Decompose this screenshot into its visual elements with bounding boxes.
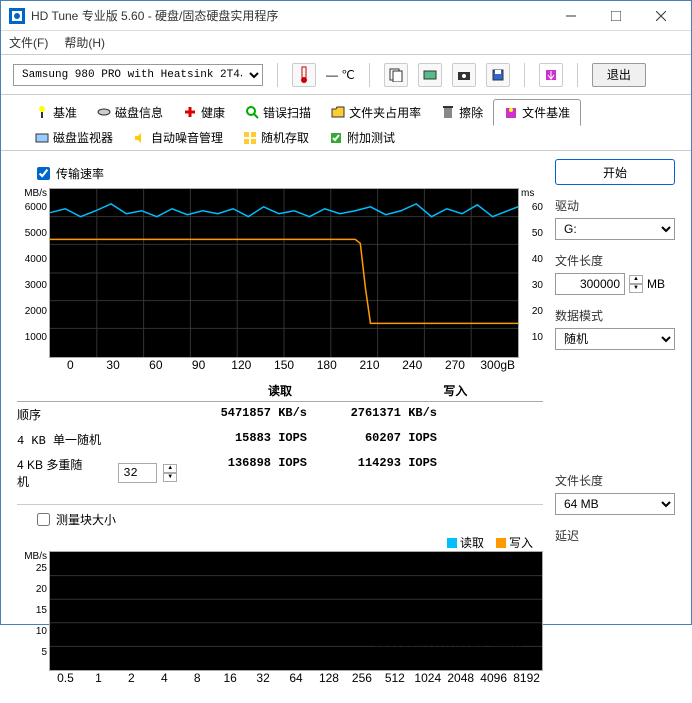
device-select[interactable]: Samsung 980 PRO with Heatsink 2T4J — [13, 64, 263, 86]
titlebar: HD Tune 专业版 5.60 - 硬盘/固态硬盘实用程序 — [1, 1, 691, 31]
queue-depth-spinner[interactable]: ▲▼ — [163, 464, 177, 482]
drive-label: 驱动 — [555, 197, 675, 214]
chart2-yleft-label: MB/s — [17, 551, 47, 563]
copy-text-icon[interactable] — [384, 63, 408, 87]
thermometer-icon — [292, 63, 316, 87]
window-title: HD Tune 专业版 5.60 - 硬盘/固态硬盘实用程序 — [31, 7, 548, 24]
save-icon[interactable] — [486, 63, 510, 87]
chart1-yleft-label: MB/s — [17, 188, 47, 202]
exit-button[interactable]: 退出 — [592, 63, 646, 87]
tab-benchmark[interactable]: 基准 — [25, 99, 87, 125]
temperature-value: — ℃ — [326, 68, 355, 82]
tab-filebenchmark[interactable]: 文件基准 — [493, 99, 581, 126]
filelen-label: 文件长度 — [555, 252, 675, 269]
maximize-button[interactable] — [593, 2, 638, 30]
chart1-yright-label: ms — [521, 188, 543, 202]
chart2-legend: 读取写入 — [17, 534, 543, 551]
header-read: 读取 — [192, 382, 367, 399]
filelen-spinner[interactable]: ▲▼ — [629, 275, 643, 293]
options-icon[interactable] — [539, 63, 563, 87]
menu-file[interactable]: 文件(F) — [9, 34, 48, 51]
start-button[interactable]: 开始 — [555, 159, 675, 185]
app-icon — [9, 8, 25, 24]
tab-errorscan[interactable]: 错误扫描 — [235, 99, 321, 125]
blocksize-chart — [49, 551, 543, 671]
menu-help[interactable]: 帮助(H) — [64, 34, 105, 51]
tab-extratests[interactable]: 附加测试 — [319, 125, 405, 150]
tab-diskinfo[interactable]: 磁盘信息 — [87, 99, 173, 125]
minimize-button[interactable] — [548, 2, 593, 30]
tab-randomaccess[interactable]: 随机存取 — [233, 125, 319, 150]
camera-icon[interactable] — [452, 63, 476, 87]
tab-diskmonitor[interactable]: 磁盘监视器 — [25, 125, 123, 150]
queue-depth-input[interactable]: 32 — [118, 463, 157, 483]
menubar: 文件(F) 帮助(H) — [1, 31, 691, 55]
tab-health[interactable]: 健康 — [173, 99, 235, 125]
close-button[interactable] — [638, 2, 683, 30]
tab-folderusage[interactable]: 文件夹占用率 — [321, 99, 431, 125]
drive-select[interactable]: G: — [555, 218, 675, 240]
tab-aam[interactable]: 自动噪音管理 — [123, 125, 233, 150]
transfer-rate-checkbox[interactable]: 传输速率 — [37, 165, 543, 182]
toolbar: Samsung 980 PRO with Heatsink 2T4J — ℃ 退… — [1, 55, 691, 95]
header-write: 写入 — [368, 382, 543, 399]
blocksize-checkbox[interactable]: 测量块大小 — [37, 511, 543, 528]
transfer-rate-chart — [49, 188, 519, 358]
tab-bar: 基准 磁盘信息 健康 错误扫描 文件夹占用率 擦除 文件基准 磁盘监视器 自动噪… — [1, 95, 691, 151]
filelen2-select[interactable]: 64 MB — [555, 493, 675, 515]
tab-erase[interactable]: 擦除 — [431, 99, 493, 125]
delay-label: 延迟 — [555, 527, 675, 544]
filelen2-label: 文件长度 — [555, 472, 675, 489]
filelen-input[interactable] — [555, 273, 625, 295]
datapattern-select[interactable]: 随机 — [555, 328, 675, 350]
results-table: 读取写入 顺序5471857 KB/s2761371 KB/s 4 KB 单一随… — [17, 380, 543, 494]
copy-screenshot-icon[interactable] — [418, 63, 442, 87]
datapattern-label: 数据模式 — [555, 307, 675, 324]
